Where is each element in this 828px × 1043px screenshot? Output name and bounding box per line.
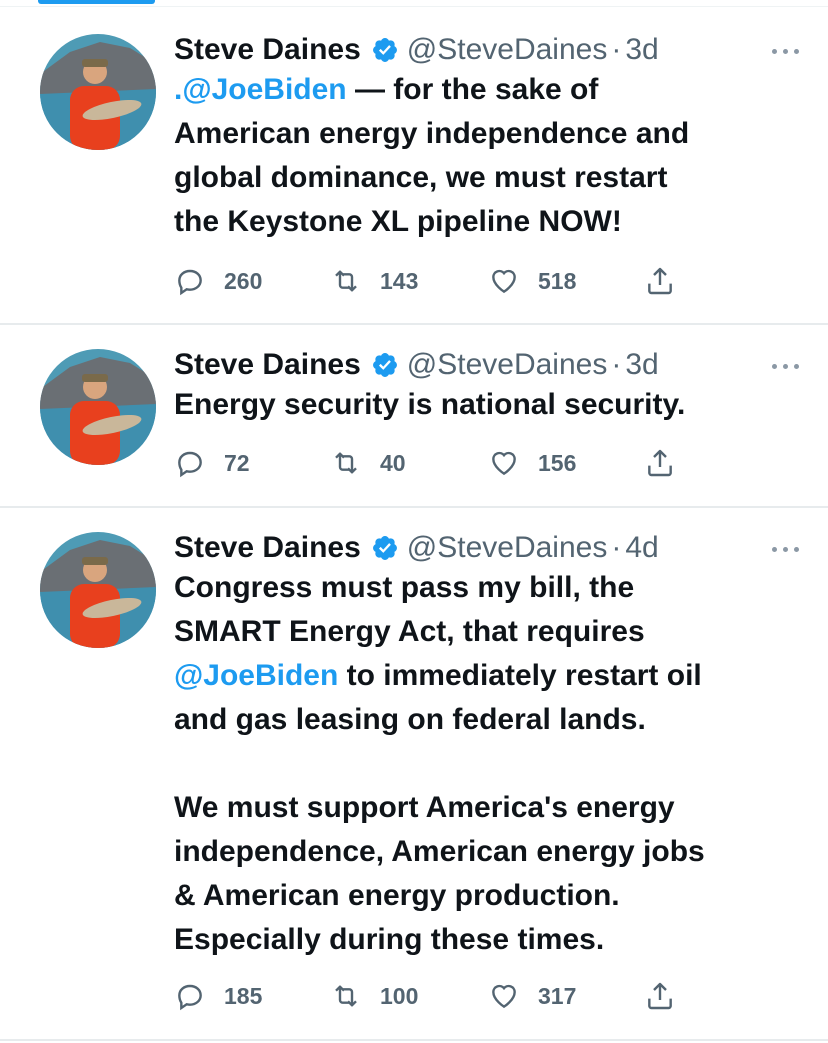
- share-icon: [648, 267, 672, 295]
- retweet-count: 40: [380, 449, 406, 476]
- share-button[interactable]: [644, 261, 694, 301]
- tweet-header: Steve Daines @SteveDaines · 3d: [174, 347, 808, 383]
- tweet-header: Steve Daines @SteveDaines · 3d: [174, 32, 808, 68]
- share-button[interactable]: [644, 443, 694, 483]
- author-handle[interactable]: @SteveDaines: [407, 32, 608, 68]
- reply-count: 185: [224, 982, 263, 1009]
- timestamp[interactable]: 3d: [625, 32, 658, 68]
- reply-count: 260: [224, 267, 263, 294]
- author-name[interactable]: Steve Daines: [174, 347, 361, 383]
- tweet-text: .@JoeBiden — for the sake of American en…: [174, 68, 808, 244]
- author-handle[interactable]: @SteveDaines: [407, 347, 608, 383]
- share-icon: [648, 449, 672, 477]
- share-button[interactable]: [644, 976, 694, 1016]
- tab-indicator: [38, 0, 155, 4]
- avatar[interactable]: [40, 34, 156, 150]
- retweet-button[interactable]: 143: [330, 261, 418, 301]
- more-dots-icon[interactable]: [772, 539, 804, 559]
- tweet[interactable]: Steve Daines @SteveDaines · 4d Congress …: [0, 508, 828, 1041]
- like-button[interactable]: 317: [488, 976, 576, 1016]
- more-dots-icon[interactable]: [772, 41, 804, 61]
- avatar-image: [40, 532, 156, 648]
- avatar-image: [40, 34, 156, 150]
- reply-icon: [178, 984, 202, 1011]
- separator: ·: [611, 33, 622, 66]
- like-button[interactable]: 518: [488, 261, 576, 301]
- retweet-button[interactable]: 100: [330, 976, 418, 1016]
- mention-link[interactable]: .@JoeBiden: [174, 73, 347, 106]
- tweet-text: Congress must pass my bill, the SMART En…: [174, 566, 808, 962]
- like-count: 317: [538, 982, 577, 1009]
- tweet-text: Energy security is national security.: [174, 383, 808, 427]
- timestamp[interactable]: 3d: [625, 347, 658, 383]
- retweet-icon: [335, 452, 357, 474]
- heart-icon: [492, 269, 516, 294]
- reply-button[interactable]: 260: [174, 261, 262, 301]
- author-handle[interactable]: @SteveDaines: [407, 530, 608, 566]
- avatar[interactable]: [40, 532, 156, 648]
- reply-count: 72: [224, 449, 250, 476]
- separator: ·: [611, 348, 622, 381]
- like-count: 518: [538, 267, 577, 294]
- tweet-actions: 260 143 518: [174, 261, 694, 301]
- retweet-button[interactable]: 40: [330, 443, 406, 483]
- separator: ·: [611, 531, 622, 564]
- avatar-image: [40, 349, 156, 465]
- reply-button[interactable]: 72: [174, 443, 250, 483]
- more-dots-icon[interactable]: [772, 356, 804, 376]
- tweet-actions: 72 40 156: [174, 443, 694, 483]
- avatar[interactable]: [40, 349, 156, 465]
- tweet-text-segment: Energy security is national security.: [174, 388, 686, 421]
- author-name[interactable]: Steve Daines: [174, 530, 361, 566]
- tweet-actions: 185 100 317: [174, 976, 694, 1016]
- timestamp[interactable]: 4d: [625, 530, 658, 566]
- heart-icon: [492, 984, 516, 1009]
- mention-link[interactable]: @JoeBiden: [174, 659, 338, 692]
- retweet-count: 100: [380, 982, 419, 1009]
- verified-badge-icon: [372, 536, 397, 560]
- retweet-count: 143: [380, 267, 419, 294]
- heart-icon: [492, 451, 516, 476]
- like-count: 156: [538, 449, 577, 476]
- tweet[interactable]: Steve Daines @SteveDaines · 3d .@JoeBide…: [0, 7, 828, 325]
- author-name[interactable]: Steve Daines: [174, 32, 361, 68]
- tweet[interactable]: Steve Daines @SteveDaines · 3d Energy se…: [0, 325, 828, 508]
- tweet-text-segment: Congress must pass my bill, the SMART En…: [174, 571, 645, 648]
- like-button[interactable]: 156: [488, 443, 576, 483]
- verified-badge-icon: [372, 38, 397, 62]
- reply-button[interactable]: 185: [174, 976, 262, 1016]
- verified-badge-icon: [372, 353, 397, 377]
- retweet-icon: [335, 270, 357, 292]
- reply-icon: [178, 451, 202, 478]
- tweet-header: Steve Daines @SteveDaines · 4d: [174, 530, 808, 566]
- tweet-text-segment: to immediately restart oil and gas leasi…: [174, 659, 705, 956]
- retweet-icon: [335, 985, 357, 1007]
- share-icon: [648, 982, 672, 1010]
- reply-icon: [178, 269, 202, 296]
